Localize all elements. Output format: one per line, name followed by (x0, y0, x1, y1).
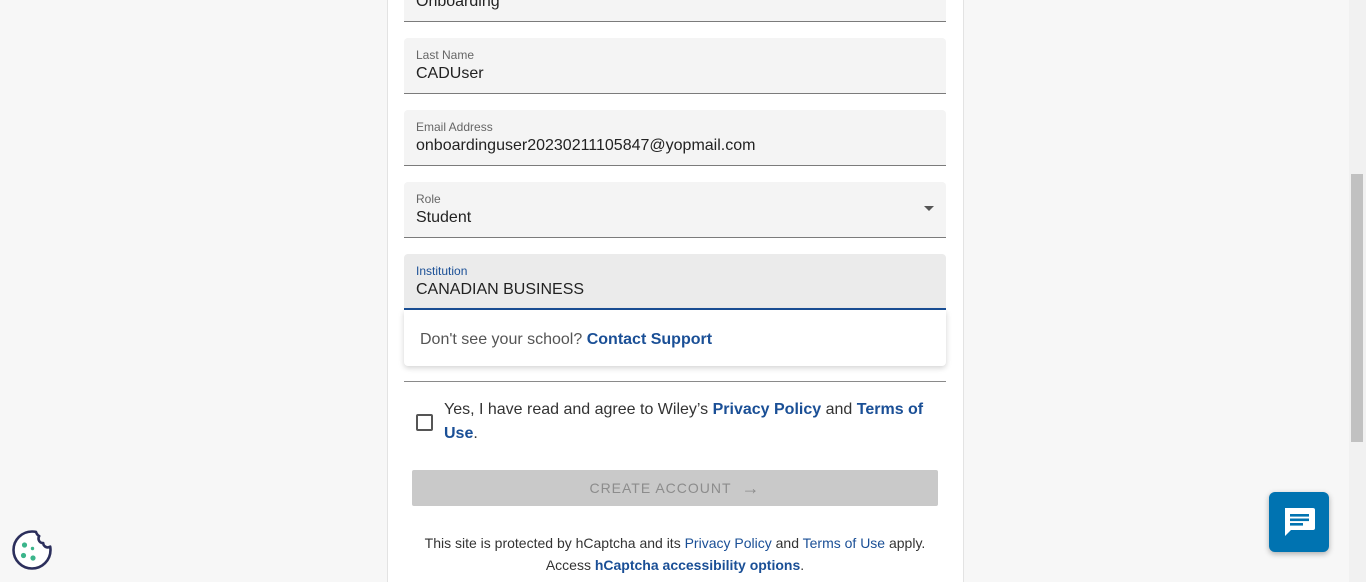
role-label: Role (416, 192, 441, 206)
captcha-terms-link[interactable]: Terms of Use (803, 535, 885, 551)
first-name-value: Onboarding (416, 0, 500, 10)
create-account-label: CREATE ACCOUNT (589, 480, 732, 496)
captcha-notice: This site is protected by hCaptcha and i… (404, 532, 946, 576)
email-value: onboardinguser20230211105847@yopmail.com (416, 137, 756, 154)
role-value: Student (416, 209, 472, 226)
agreement-text: Yes, I have read and agree to Wiley’s Pr… (444, 398, 934, 446)
dropdown-arrow-icon[interactable] (924, 206, 934, 211)
last-name-label: Last Name (416, 48, 475, 62)
contact-support-link[interactable]: Contact Support (587, 331, 712, 348)
captcha-and: and (775, 535, 799, 551)
agreement-and: and (825, 401, 853, 418)
captcha-prefix: This site is protected by hCaptcha and i… (424, 535, 681, 551)
chat-button[interactable] (1269, 492, 1329, 552)
divider (404, 381, 946, 382)
institution-suggestions: Don't see your school? Contact Support (404, 310, 946, 366)
suggestion-text: Don't see your school? Contact Support (420, 331, 712, 349)
privacy-policy-link[interactable]: Privacy Policy (713, 401, 822, 418)
chat-icon (1285, 508, 1315, 536)
last-name-field[interactable]: Last Name CADUser (404, 38, 946, 94)
institution-field[interactable]: Institution CANADIAN BUSINESS (404, 254, 946, 310)
arrow-right-icon: → (741, 478, 761, 498)
scrollbar-thumb[interactable] (1351, 174, 1363, 442)
last-name-value: CADUser (416, 65, 484, 82)
captcha-accessibility-link[interactable]: hCaptcha accessibility options (595, 557, 800, 573)
captcha-access: Access (545, 557, 591, 573)
email-field[interactable]: Email Address onboardinguser202302111058… (404, 110, 946, 166)
captcha-suffix: apply. (888, 535, 926, 551)
institution-label: Institution (416, 264, 468, 278)
agreement-prefix: Yes, I have read and agree to Wiley’s (444, 401, 709, 418)
captcha-privacy-link[interactable]: Privacy Policy (685, 535, 772, 551)
create-account-button[interactable]: CREATE ACCOUNT → (412, 470, 938, 506)
cookie-settings-button[interactable] (11, 529, 53, 571)
suggestion-prefix: Don't see your school? (420, 331, 583, 348)
role-select[interactable]: Role Student (404, 182, 946, 238)
cookie-icon (12, 530, 52, 570)
first-name-field[interactable]: Onboarding (404, 0, 946, 22)
agree-checkbox[interactable] (416, 414, 433, 431)
captcha-end: . (800, 557, 805, 573)
institution-value: CANADIAN BUSINESS (416, 281, 585, 298)
agreement-end: . (473, 425, 478, 442)
email-label: Email Address (416, 120, 493, 134)
